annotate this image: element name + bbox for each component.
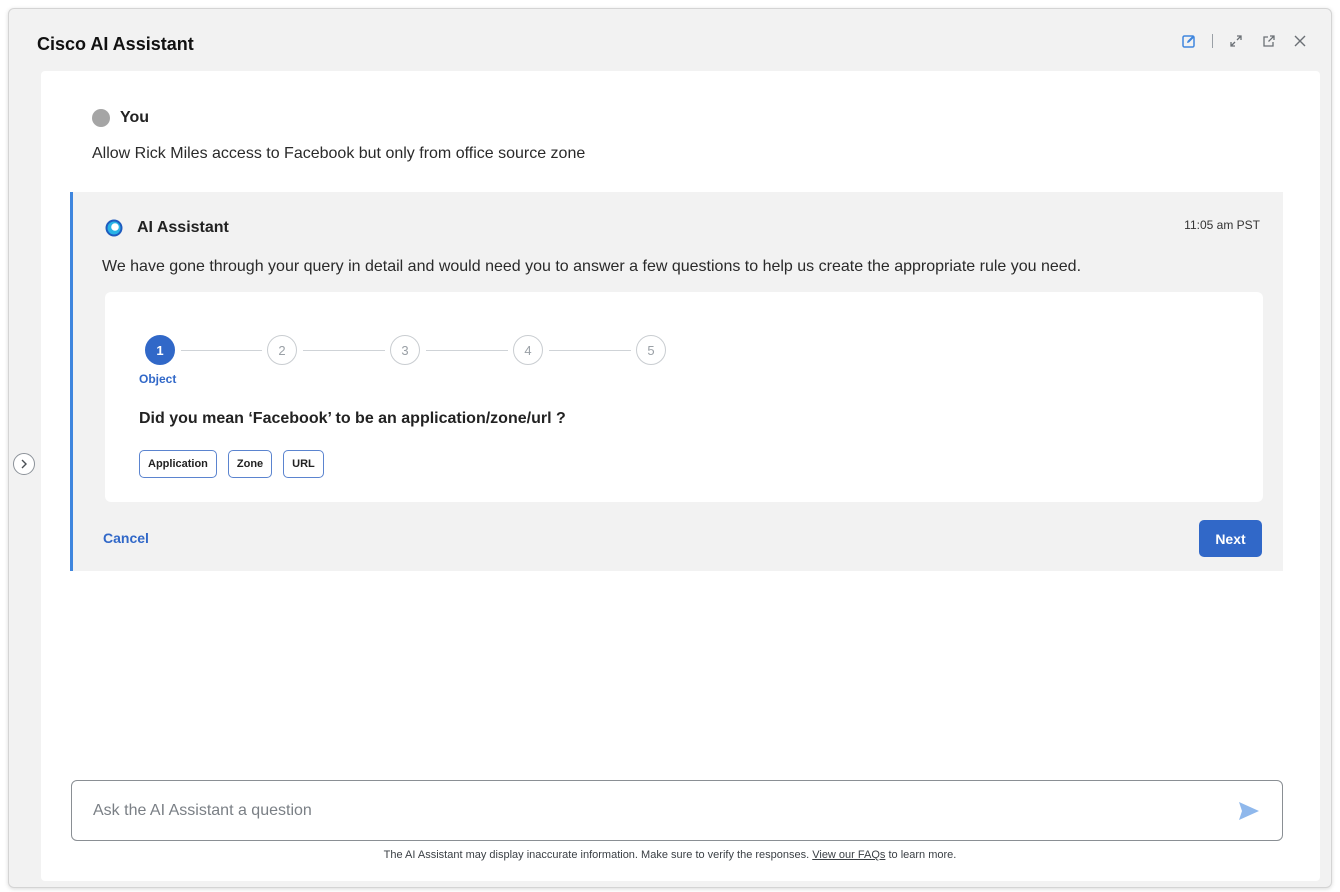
ai-assistant-logo-icon — [105, 219, 123, 237]
title-bar: Cisco AI Assistant — [9, 9, 1331, 71]
user-name: You — [120, 109, 150, 126]
disclaimer-text: The AI Assistant may display inaccurate … — [383, 849, 810, 861]
controls-divider — [1212, 34, 1213, 48]
expand-icon[interactable] — [1227, 32, 1245, 50]
close-icon[interactable] — [1291, 32, 1309, 50]
question-input-container — [71, 780, 1283, 841]
wizard-question: Did you mean ‘Facebook’ to be an applica… — [139, 410, 566, 427]
app-title: Cisco AI Assistant — [37, 34, 194, 54]
user-message-text: Allow Rick Miles access to Facebook but … — [92, 145, 586, 162]
clarification-wizard: 1 2 3 4 5 Object Did you mean ‘Facebook’… — [105, 292, 1263, 502]
step-connector — [549, 350, 631, 351]
url-choice-button[interactable]: URL — [283, 450, 324, 478]
next-button[interactable]: Next — [1199, 520, 1262, 557]
assistant-header: AI Assistant — [104, 218, 229, 238]
step-4[interactable]: 4 — [513, 335, 543, 365]
active-step-label: Object — [139, 372, 177, 386]
user-avatar — [92, 109, 110, 127]
assistant-message-text: We have gone through your query in detai… — [102, 258, 1082, 275]
faq-link[interactable]: View our FAQs — [812, 849, 885, 861]
cancel-button[interactable]: Cancel — [103, 530, 149, 546]
choice-group: Application Zone URL — [139, 450, 324, 478]
application-choice-button[interactable]: Application — [139, 450, 217, 478]
step-1[interactable]: 1 — [145, 335, 175, 365]
step-connector — [303, 350, 385, 351]
question-input[interactable] — [93, 799, 1193, 823]
step-2[interactable]: 2 — [267, 335, 297, 365]
popout-icon[interactable] — [1259, 32, 1277, 50]
message-timestamp: 11:05 am PST — [1184, 218, 1260, 232]
disclaimer: The AI Assistant may display inaccurate … — [0, 849, 1340, 861]
send-icon[interactable] — [1238, 801, 1260, 821]
step-3[interactable]: 3 — [390, 335, 420, 365]
assistant-response-card: AI Assistant 11:05 am PST We have gone t… — [70, 192, 1283, 571]
sidebar-toggle-button[interactable] — [13, 453, 35, 475]
step-5[interactable]: 5 — [636, 335, 666, 365]
disclaimer-text-end: to learn more. — [888, 849, 957, 861]
assistant-name: AI Assistant — [137, 219, 229, 236]
step-connector — [181, 350, 262, 351]
window-controls — [1180, 31, 1309, 51]
zone-choice-button[interactable]: Zone — [227, 450, 273, 478]
chevron-right-icon — [21, 459, 27, 469]
user-message-header: You — [92, 109, 149, 127]
edit-icon[interactable] — [1180, 32, 1198, 50]
step-connector — [426, 350, 508, 351]
